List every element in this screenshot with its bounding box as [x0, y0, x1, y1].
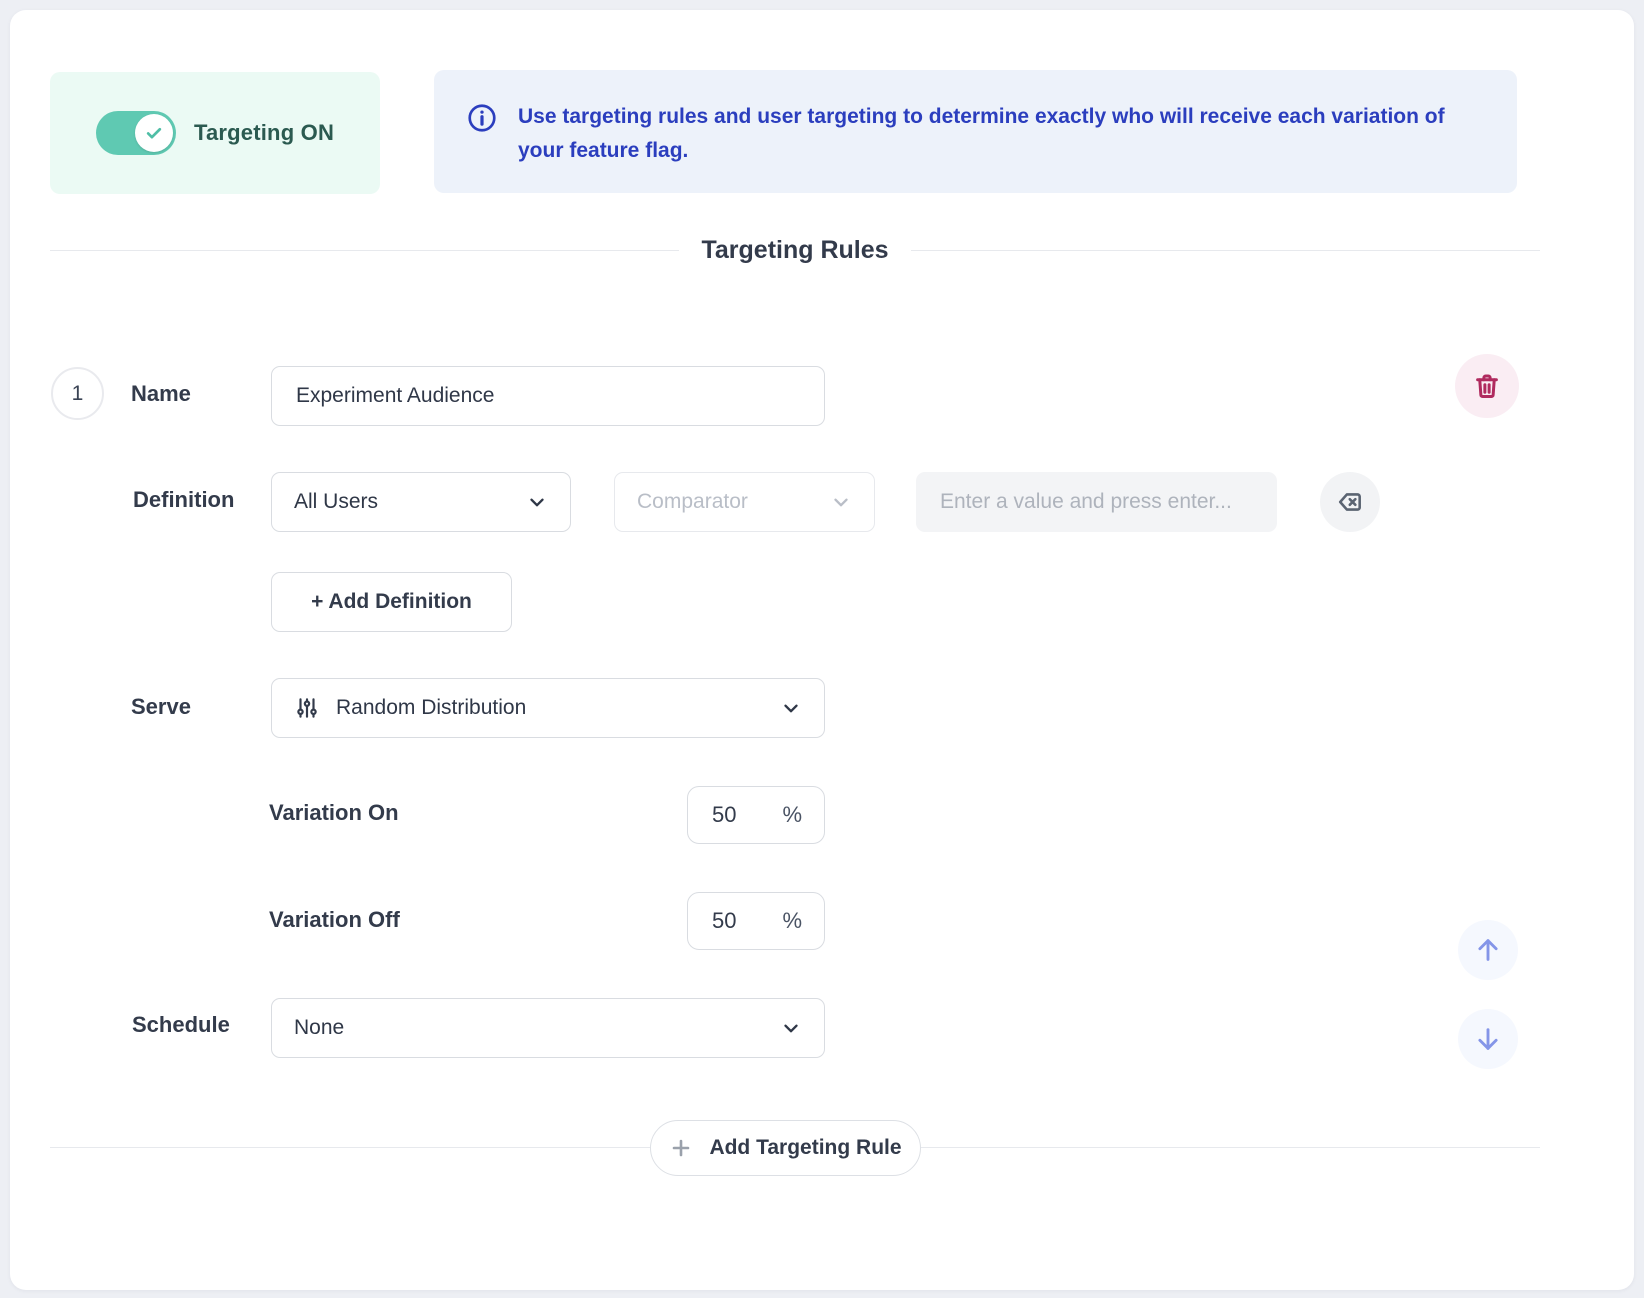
divider-line — [50, 250, 679, 251]
percent-sign: % — [782, 802, 802, 828]
info-banner-text: Use targeting rules and user targeting t… — [518, 100, 1477, 168]
variation-on-percentage: % — [687, 786, 825, 844]
comparator-select[interactable]: Comparator — [614, 472, 875, 532]
plus-icon — [669, 1136, 693, 1160]
info-banner: Use targeting rules and user targeting t… — [434, 70, 1517, 193]
section-title: Targeting Rules — [701, 236, 888, 265]
targeting-toggle-box: Targeting ON — [50, 72, 380, 194]
serve-value: Random Distribution — [336, 696, 764, 720]
delete-rule-button[interactable] — [1455, 354, 1519, 418]
move-rule-down-button[interactable] — [1458, 1009, 1518, 1069]
add-definition-button[interactable]: + Add Definition — [271, 572, 512, 632]
variation-off-percentage: % — [687, 892, 825, 950]
schedule-select[interactable]: None — [271, 998, 825, 1058]
check-icon — [144, 123, 164, 143]
sliders-icon — [294, 695, 320, 721]
definition-value-input[interactable] — [916, 472, 1277, 532]
schedule-value: None — [294, 1016, 780, 1040]
serve-select[interactable]: Random Distribution — [271, 678, 825, 738]
add-targeting-rule-label: Add Targeting Rule — [709, 1136, 901, 1160]
variation-off-input[interactable] — [712, 908, 762, 934]
backspace-icon — [1336, 488, 1364, 516]
section-title-row: Targeting Rules — [50, 236, 1540, 265]
clear-definition-button[interactable] — [1320, 472, 1380, 532]
info-icon — [466, 102, 498, 134]
percent-sign: % — [782, 908, 802, 934]
schedule-label: Schedule — [132, 1012, 230, 1038]
trash-icon — [1472, 371, 1502, 401]
arrow-up-icon — [1473, 935, 1503, 965]
name-label: Name — [131, 381, 191, 407]
toggle-knob — [135, 114, 173, 152]
variation-on-input[interactable] — [712, 802, 762, 828]
move-rule-up-button[interactable] — [1458, 920, 1518, 980]
divider-line — [911, 250, 1540, 251]
rule-number-badge: 1 — [51, 367, 104, 420]
chevron-down-icon — [526, 491, 548, 513]
definition-label: Definition — [133, 487, 234, 513]
definition-audience-select[interactable]: All Users — [271, 472, 571, 532]
variation-on-label: Variation On — [269, 800, 399, 826]
add-targeting-rule-button[interactable]: Add Targeting Rule — [650, 1120, 921, 1176]
chevron-down-icon — [830, 491, 852, 513]
serve-label: Serve — [131, 694, 191, 720]
definition-audience-value: All Users — [294, 490, 526, 514]
targeting-toggle-label: Targeting ON — [194, 120, 334, 146]
comparator-placeholder: Comparator — [637, 490, 830, 514]
chevron-down-icon — [780, 1017, 802, 1039]
chevron-down-icon — [780, 697, 802, 719]
arrow-down-icon — [1473, 1024, 1503, 1054]
targeting-panel: Targeting ON Use targeting rules and use… — [10, 10, 1634, 1290]
targeting-toggle[interactable] — [96, 111, 176, 155]
variation-off-label: Variation Off — [269, 907, 400, 933]
rule-name-input[interactable] — [271, 366, 825, 426]
